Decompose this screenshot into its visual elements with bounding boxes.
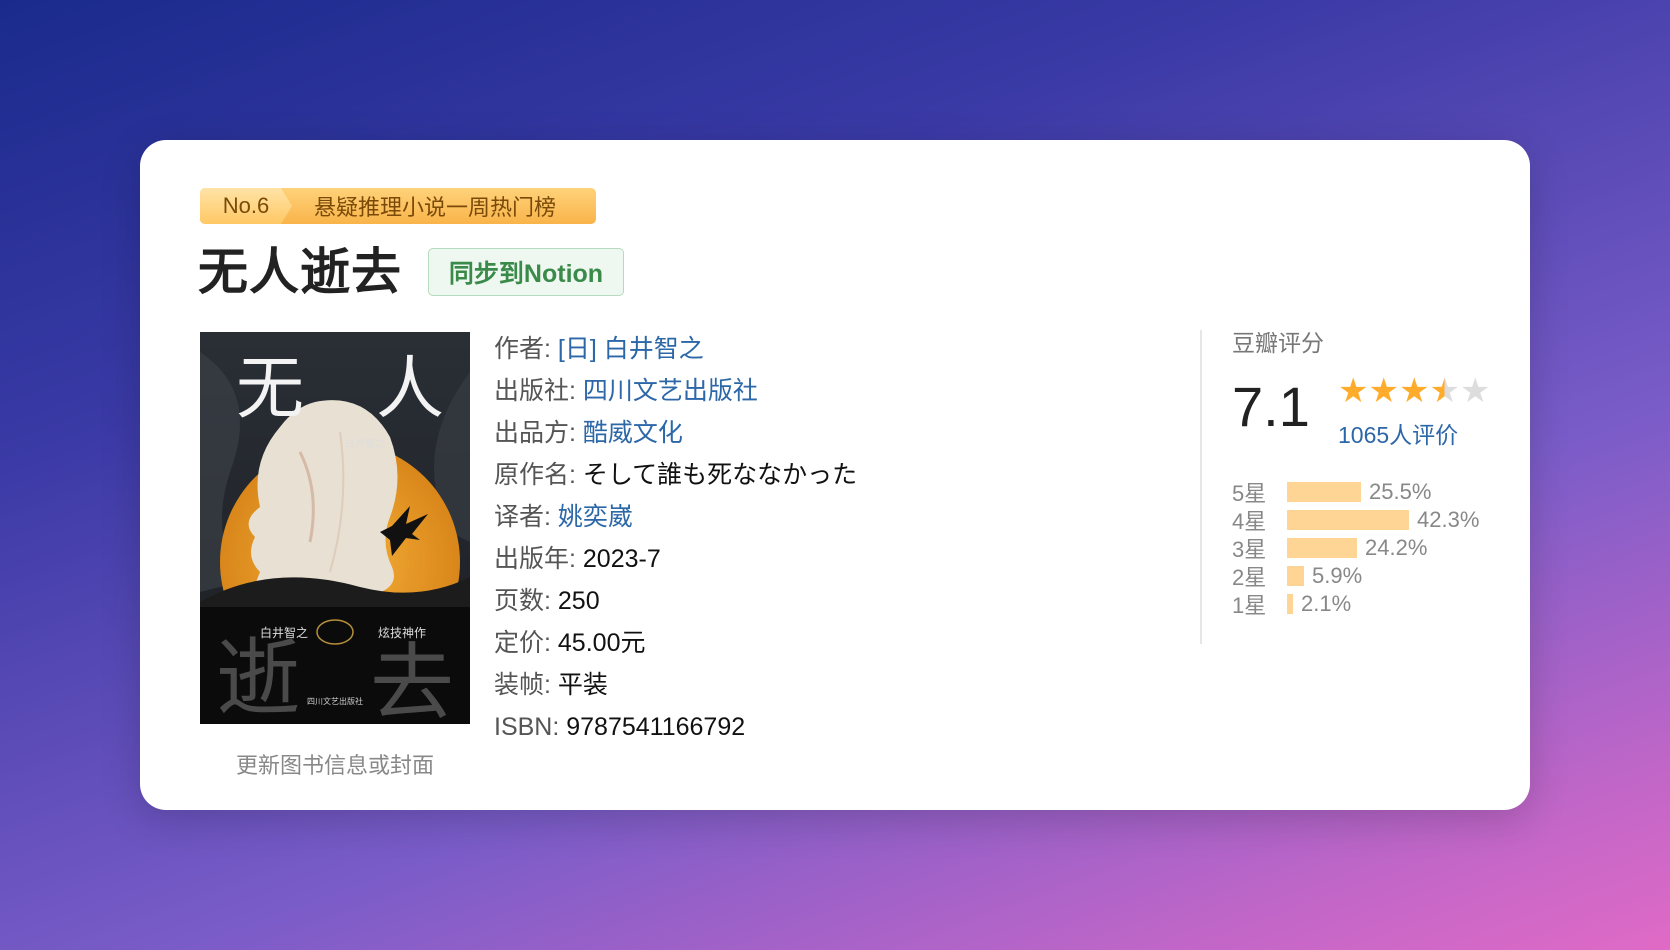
info-label: 出版年: xyxy=(494,545,583,573)
rating-distribution-row: 2星 5.9% xyxy=(1232,562,1479,590)
info-value: 平装 xyxy=(557,671,608,699)
rating-bar xyxy=(1287,482,1361,502)
info-value: 2023-7 xyxy=(582,545,661,573)
info-value-link[interactable]: 姚奕崴 xyxy=(558,503,633,531)
rating-distribution-row: 1星 2.1% xyxy=(1232,590,1479,618)
book-title: 无人逝去 xyxy=(198,244,402,300)
info-label: 出版社: xyxy=(494,377,583,405)
info-row: 出品方: 酷威文化 xyxy=(494,412,857,454)
rating-distribution-row: 3星 24.2% xyxy=(1232,534,1479,562)
sync-to-notion-button[interactable]: 同步到Notion xyxy=(428,248,624,296)
cover-title-top-char-1: 无 xyxy=(236,350,304,429)
info-label: ISBN: xyxy=(494,713,567,741)
rating-bar xyxy=(1287,510,1409,530)
rank-list-name: 悬疑推理小说一周热门榜 xyxy=(314,195,557,220)
info-label: 原作名: xyxy=(494,461,583,489)
update-book-info-link[interactable]: 更新图书信息或封面 xyxy=(200,748,470,780)
info-row: 原作名: そして誰も死ななかった xyxy=(494,454,857,496)
info-row: 装帧: 平装 xyxy=(494,664,857,706)
rating-percent: 42.3% xyxy=(1417,507,1480,532)
info-value-link[interactable]: 四川文艺出版社 xyxy=(583,377,758,405)
info-label: 装帧: xyxy=(494,671,558,699)
info-value: 9787541166792 xyxy=(566,713,746,741)
cover-author-small: 白井智之 xyxy=(345,437,385,450)
rating-count-link[interactable]: 1065人评价 xyxy=(1338,416,1458,450)
cover-art: 无 人 白井智之 白井智之 炫技神作 逝 去 四川文艺出版社 xyxy=(200,332,470,724)
info-row: 作者: [日] 白井智之 xyxy=(494,328,857,370)
star-icon: ★ xyxy=(1459,372,1491,410)
info-row: 出版年: 2023-7 xyxy=(494,538,857,580)
info-label: 定价: xyxy=(494,629,558,657)
info-label: 译者: xyxy=(494,503,558,531)
info-value: 250 xyxy=(557,587,600,615)
rating-percent: 24.2% xyxy=(1365,535,1428,560)
info-value: 45.00元 xyxy=(557,629,646,657)
info-row: 译者: 姚奕崴 xyxy=(494,496,857,538)
rating-distribution-row: 4星 42.3% xyxy=(1232,506,1479,534)
info-row: 出版社: 四川文艺出版社 xyxy=(494,370,857,412)
info-label: 出品方: xyxy=(494,419,583,447)
cover-publisher: 四川文艺出版社 xyxy=(307,696,363,706)
info-value-link[interactable]: 酷威文化 xyxy=(583,419,683,447)
divider xyxy=(1200,330,1202,644)
rating-percent: 5.9% xyxy=(1312,563,1363,588)
book-card: No.6 悬疑推理小说一周热门榜 无人逝去 同步到Notion 无 人 白井智之… xyxy=(140,140,1530,810)
info-label: 作者: xyxy=(494,335,558,363)
book-info-list: 作者: [日] 白井智之 出版社: 四川文艺出版社 出品方: 酷威文化 原作名: そし… xyxy=(494,328,857,748)
rank-badge[interactable]: No.6 悬疑推理小说一周热门榜 xyxy=(200,188,596,224)
rating-panel: 豆瓣评分 7.1 ★ ★ ★ ★ ★ 1065人评价 5星 25.5% 4星 42.3% 3星 2… xyxy=(1232,324,1512,618)
rating-distribution: 5星 25.5% 4星 42.3% 3星 24.2% 2星 5.9% 1星 2.1% xyxy=(1232,478,1479,618)
rating-score: 7.1 xyxy=(1232,375,1310,438)
star-icon: ★ xyxy=(1398,372,1430,410)
rating-stars: ★ ★ ★ ★ ★ xyxy=(1338,374,1490,408)
rating-title: 豆瓣评分 xyxy=(1232,330,1324,356)
rank-number: No.6 xyxy=(200,188,292,224)
info-label: 页数: xyxy=(494,587,558,615)
cover-title-top-char-2: 人 xyxy=(376,350,444,429)
rating-bar xyxy=(1287,538,1357,558)
star-level-label: 1星 xyxy=(1232,593,1267,618)
rating-bar xyxy=(1287,566,1304,586)
info-value-link[interactable]: [日] 白井智之 xyxy=(558,335,704,363)
info-row: ISBN: 9787541166792 xyxy=(494,706,857,748)
rating-percent: 2.1% xyxy=(1301,591,1352,616)
cover-title-bottom-char-1: 逝 xyxy=(216,629,300,724)
info-row: 定价: 45.00元 xyxy=(494,622,857,664)
cover-title-bottom-char-2: 去 xyxy=(370,634,454,724)
rating-bar xyxy=(1287,594,1293,614)
rating-distribution-row: 5星 25.5% xyxy=(1232,478,1479,506)
star-icon: ★ xyxy=(1368,372,1399,410)
star-icon: ★ xyxy=(1429,372,1460,410)
book-cover[interactable]: 无 人 白井智之 白井智之 炫技神作 逝 去 四川文艺出版社 xyxy=(200,332,470,724)
star-icon: ★ xyxy=(1338,372,1369,410)
info-value: そして誰も死ななかった xyxy=(582,461,858,489)
rating-percent: 25.5% xyxy=(1369,479,1432,504)
info-row: 页数: 250 xyxy=(494,580,857,622)
